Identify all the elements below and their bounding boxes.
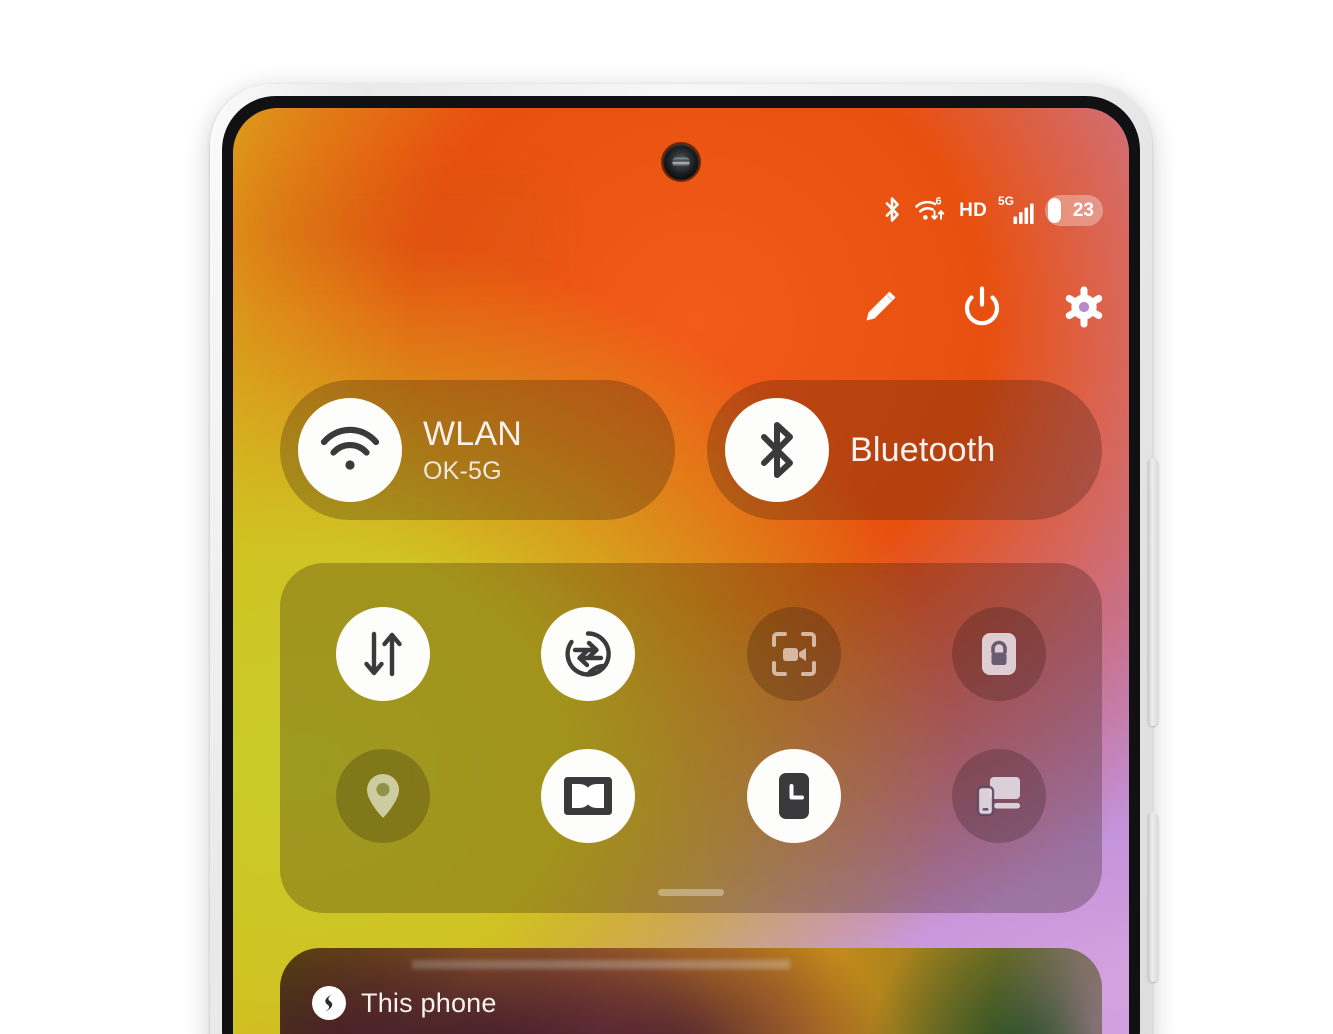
music-app-icon bbox=[312, 986, 346, 1020]
wlan-tile[interactable]: WLAN OK-5G bbox=[280, 380, 675, 520]
power-side-button[interactable] bbox=[1148, 812, 1158, 982]
settings-button[interactable] bbox=[1061, 284, 1107, 330]
wlan-tile-title: WLAN bbox=[423, 414, 523, 453]
phone-screen: 6 HD 5G 23 WLAN OK-5G Bluetooth This pho… bbox=[233, 108, 1129, 1034]
bluetooth-tile[interactable]: Bluetooth bbox=[707, 380, 1102, 520]
screen-cast-icon bbox=[974, 773, 1024, 819]
media-output-switcher[interactable]: This phone bbox=[312, 986, 497, 1020]
quick-tile-always-on-display-circle bbox=[746, 749, 841, 843]
data-transfer-icon bbox=[359, 628, 407, 680]
pencil-icon bbox=[858, 285, 902, 329]
bluetooth-tile-icon-circle bbox=[725, 398, 829, 502]
quick-settings-header-actions bbox=[857, 284, 1107, 330]
edit-button[interactable] bbox=[857, 284, 903, 330]
screen-recorder-icon bbox=[768, 628, 820, 680]
quick-settings-grid bbox=[280, 583, 1102, 867]
volume-button[interactable] bbox=[1148, 458, 1158, 726]
bluetooth-tile-title: Bluetooth bbox=[850, 430, 996, 469]
quick-tile-screen-cast[interactable] bbox=[897, 725, 1103, 867]
quick-tile-screen-lock[interactable] bbox=[897, 583, 1103, 725]
panel-drag-handle[interactable] bbox=[658, 889, 724, 896]
screenshot-root: 6 HD 5G 23 WLAN OK-5G Bluetooth This pho… bbox=[0, 0, 1333, 1034]
quick-tile-screen-cast-circle bbox=[952, 749, 1047, 843]
power-button[interactable] bbox=[959, 284, 1005, 330]
connectivity-tiles: WLAN OK-5G Bluetooth bbox=[280, 380, 1102, 520]
svg-text:6: 6 bbox=[936, 196, 942, 208]
quick-tile-screen-recorder[interactable] bbox=[691, 583, 897, 725]
quick-tile-dolby-atmos[interactable] bbox=[486, 725, 692, 867]
quick-settings-panel bbox=[280, 563, 1102, 913]
svg-text:5G: 5G bbox=[998, 194, 1014, 208]
wallpaper-blurred-widget bbox=[263, 174, 553, 279]
dolby-icon bbox=[562, 774, 614, 818]
quick-tile-auto-rotate[interactable] bbox=[486, 583, 692, 725]
bluetooth-icon bbox=[882, 195, 903, 225]
quick-tile-auto-rotate-circle bbox=[541, 607, 636, 701]
quick-tile-always-on-display[interactable] bbox=[691, 725, 897, 867]
wifi-icon: 6 bbox=[914, 195, 948, 225]
wifi-icon bbox=[319, 425, 381, 475]
cellular-signal-icon: 5G bbox=[998, 194, 1034, 226]
screen-lock-icon bbox=[977, 628, 1021, 680]
quick-tile-screen-lock-circle bbox=[952, 607, 1047, 701]
quick-tile-screen-recorder-circle bbox=[746, 607, 841, 701]
wlan-tile-text: WLAN OK-5G bbox=[423, 414, 522, 486]
location-pin-icon bbox=[363, 770, 403, 822]
quick-tile-mobile-data[interactable] bbox=[280, 583, 486, 725]
gear-icon bbox=[1061, 284, 1107, 330]
hd-icon: HD bbox=[959, 199, 987, 221]
battery-indicator: 23 bbox=[1045, 194, 1103, 226]
media-player-card[interactable]: This phone bbox=[280, 948, 1102, 1034]
bluetooth-icon bbox=[753, 419, 801, 481]
wlan-tile-subtitle: OK-5G bbox=[423, 457, 502, 486]
always-on-display-icon bbox=[773, 770, 815, 822]
quick-tile-dolby-atmos-circle bbox=[541, 749, 636, 843]
wlan-tile-icon-circle bbox=[298, 398, 402, 502]
quick-tile-location[interactable] bbox=[280, 725, 486, 867]
battery-fill bbox=[1048, 197, 1061, 223]
quick-tile-mobile-data-circle bbox=[335, 607, 430, 701]
auto-rotate-icon bbox=[562, 628, 614, 680]
quick-tile-location-circle bbox=[335, 749, 430, 843]
power-icon bbox=[959, 284, 1005, 330]
battery-percent-label: 23 bbox=[1072, 199, 1094, 221]
status-bar: 6 HD 5G 23 bbox=[882, 194, 1103, 226]
media-device-label: This phone bbox=[361, 987, 497, 1018]
front-camera-punch-hole bbox=[663, 144, 699, 180]
bluetooth-tile-text: Bluetooth bbox=[850, 430, 995, 470]
